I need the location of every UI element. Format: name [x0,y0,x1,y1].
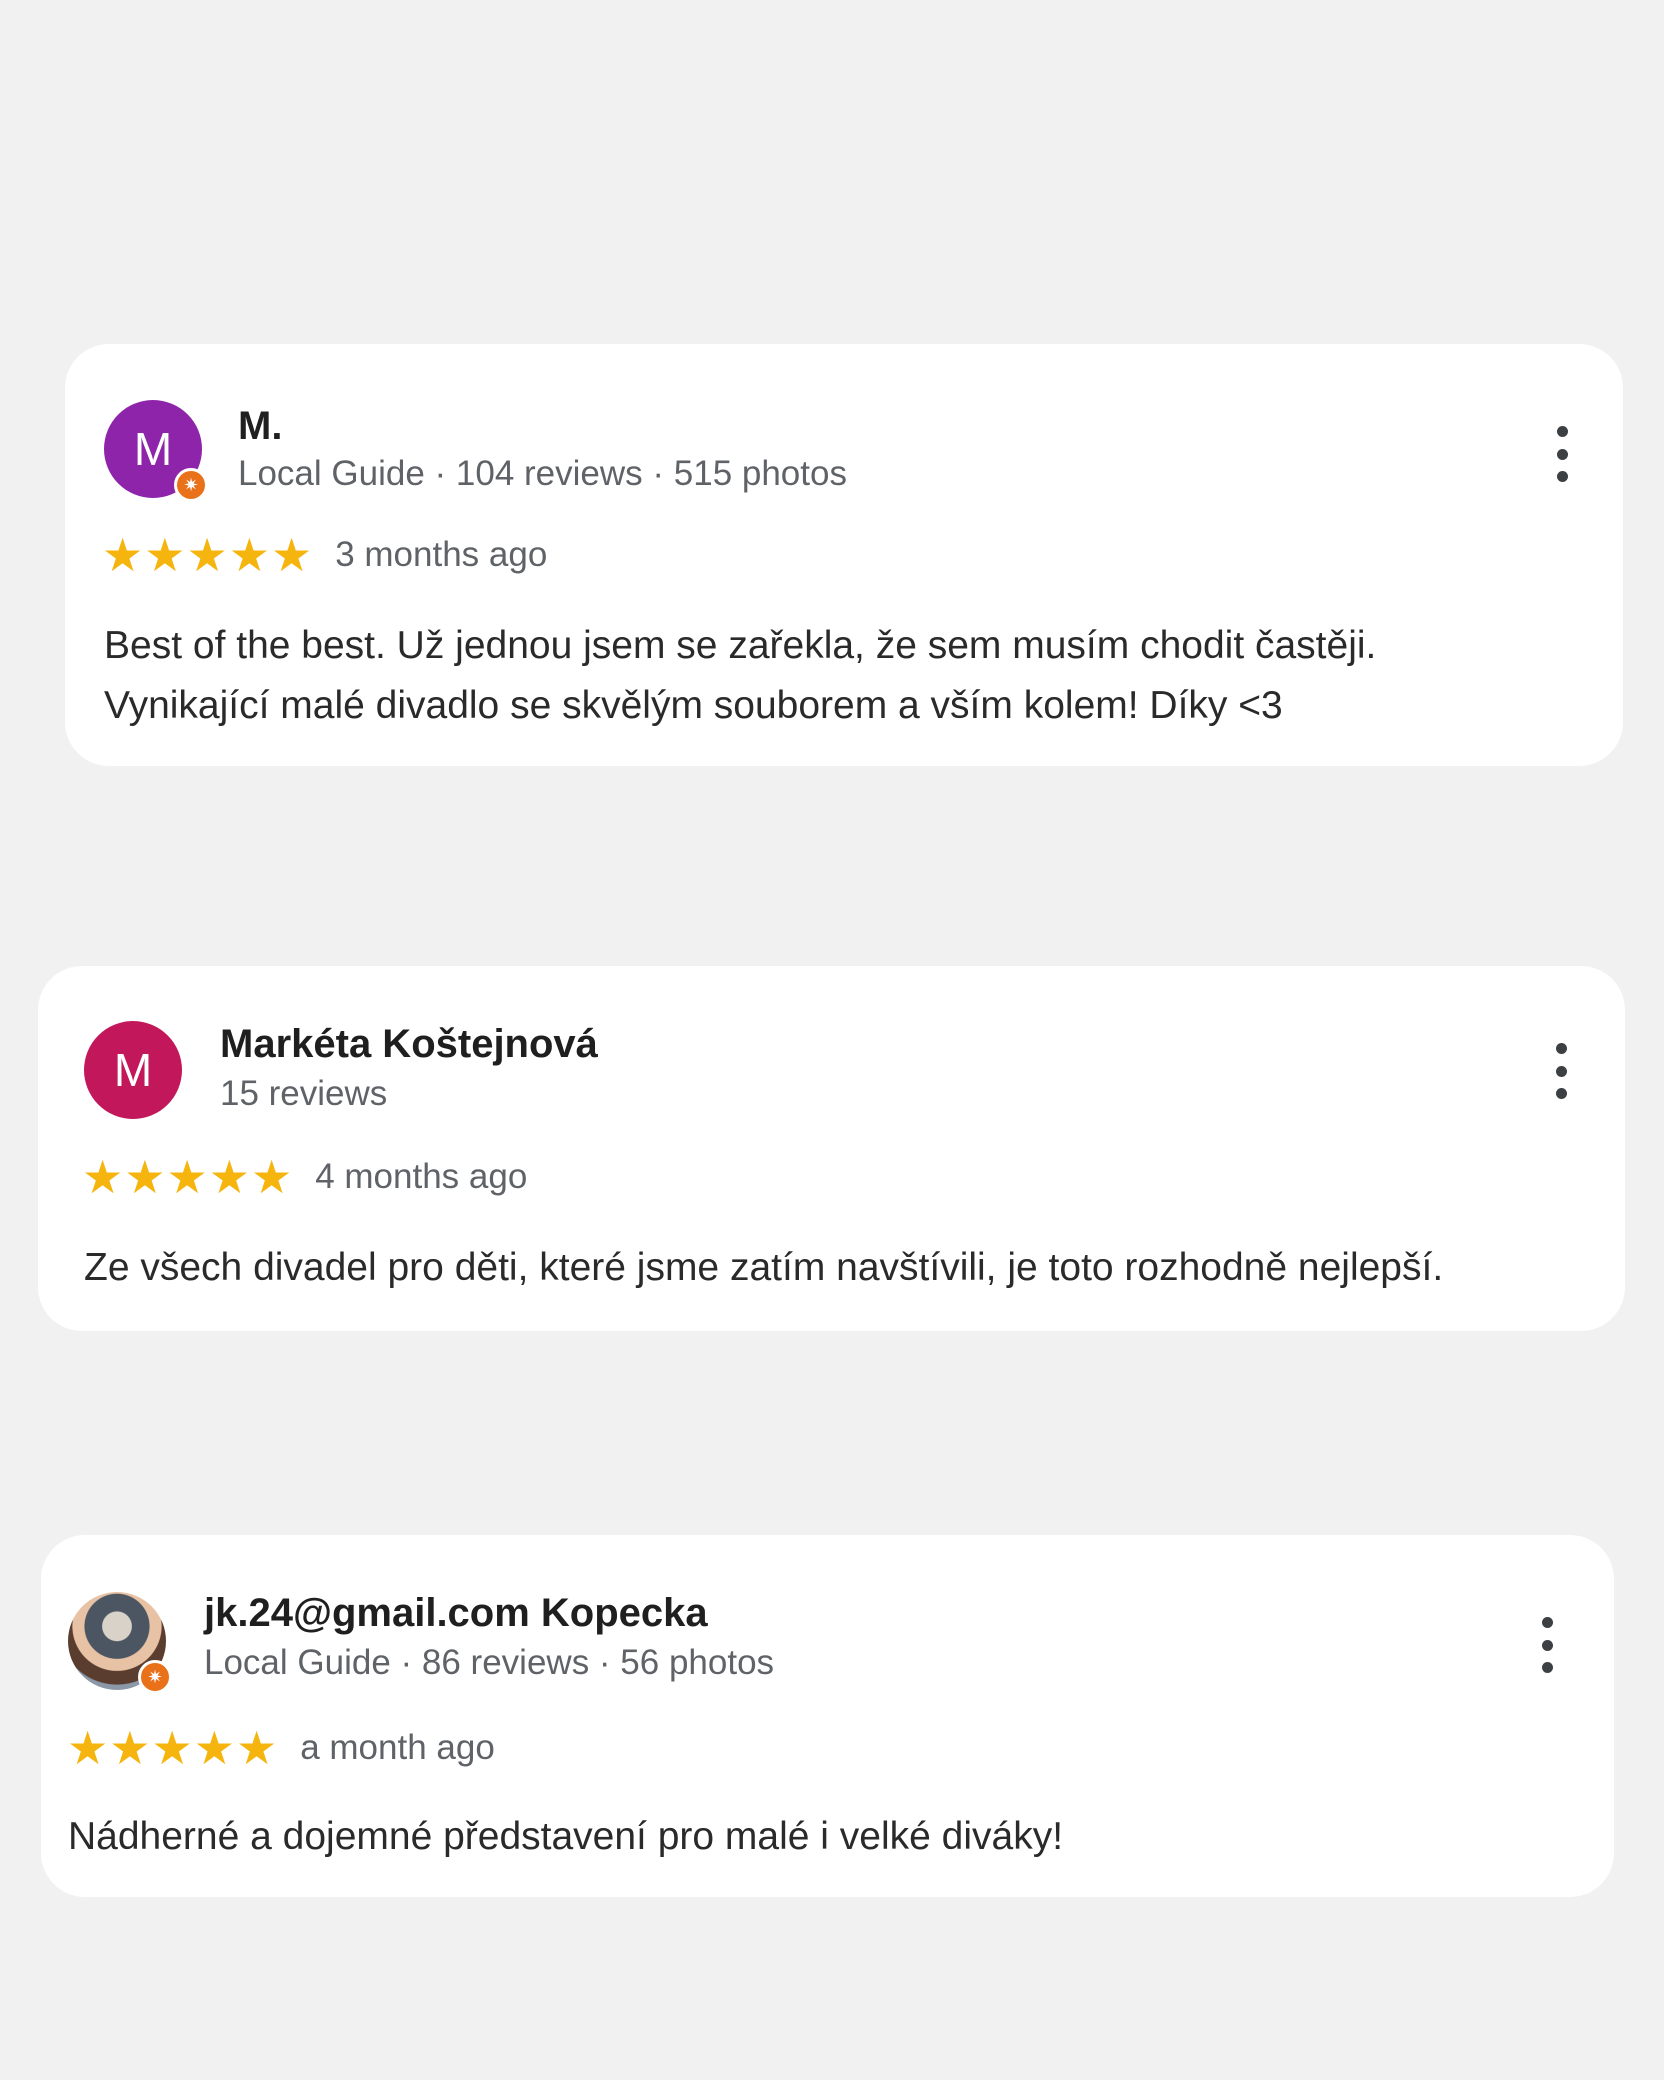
avatar-letter: M [113,1044,153,1096]
star-rating: ★★★★★ [102,529,314,581]
more-vert-icon[interactable] [1532,1617,1562,1673]
reviewer-meta: Local Guide · 86 reviews · 56 photos [204,1643,775,1682]
avatar[interactable]: M ✷ [104,400,208,502]
review-text: Nádherné a dojemné představení pro malé … [68,1815,1064,1858]
review-card: M Markéta Koštejnová 15 reviews ★★★★★ 4 … [38,966,1625,1331]
review-text: Best of the best. Už jednou jsem se zaře… [104,624,1377,727]
reviewer-meta: 15 reviews [220,1074,388,1113]
review-text: Ze všech divadel pro děti, které jsme za… [84,1246,1444,1289]
reviewer-name[interactable]: jk.24@gmail.com Kopecka [204,1591,708,1636]
review-date: 3 months ago [335,535,548,574]
review-card: M ✷ M. Local Guide · 104 reviews · 515 p… [65,344,1623,766]
star-rating: ★★★★★ [82,1151,294,1203]
more-vert-icon[interactable] [1547,426,1577,482]
rating-row: ★★★★★ 3 months ago [102,532,547,578]
rating-row: ★★★★★ a month ago [67,1725,495,1771]
reviewer-meta: Local Guide · 104 reviews · 515 photos [238,454,847,493]
star-rating: ★★★★★ [67,1722,279,1774]
avatar[interactable]: ✷ [68,1592,172,1694]
reviewer-name[interactable]: M. [238,404,282,449]
avatar[interactable]: M [84,1021,182,1119]
local-guide-badge-icon: ✷ [174,468,208,502]
reviewer-name[interactable]: Markéta Koštejnová [220,1022,598,1067]
avatar-letter: M [133,423,173,475]
rating-row: ★★★★★ 4 months ago [82,1154,527,1200]
review-date: a month ago [300,1728,495,1767]
review-date: 4 months ago [315,1157,528,1196]
more-vert-icon[interactable] [1546,1043,1576,1099]
review-card: ✷ jk.24@gmail.com Kopecka Local Guide · … [41,1535,1614,1897]
local-guide-badge-icon: ✷ [138,1660,172,1694]
